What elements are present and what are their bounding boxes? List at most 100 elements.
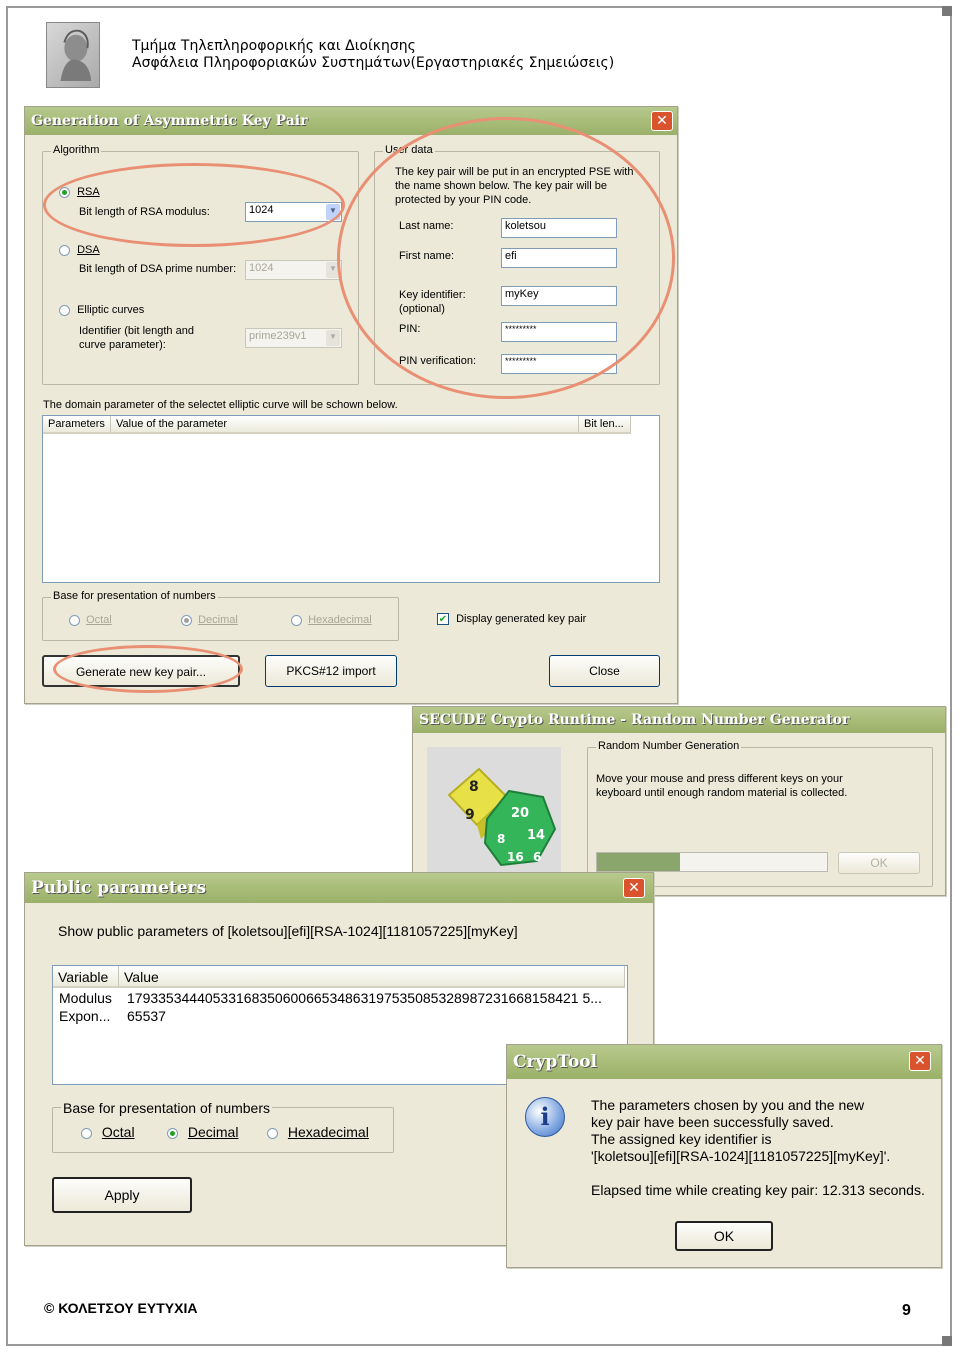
domain-parameter-list[interactable]: Parameters Value of the parameter Bit le… <box>42 415 660 583</box>
rng-group: Random Number Generation Move your mouse… <box>587 740 933 887</box>
radio-hexadecimal-dot[interactable] <box>267 1127 278 1139</box>
radio-elliptic-label: Elliptic curves <box>77 304 145 316</box>
rng-group-label: Random Number Generation <box>596 740 742 752</box>
radio-decimal[interactable]: Decimal <box>167 1124 238 1140</box>
display-key-pair-checkbox[interactable]: ✔ Display generated key pair <box>437 613 587 626</box>
keypair-dialog: Generation of Asymmetric Key Pair ✕ Algo… <box>24 106 678 704</box>
radio-hexadecimal-label: Hexadecimal <box>308 614 372 626</box>
pkcs12-import-button[interactable]: PKCS#12 import <box>265 655 397 687</box>
cryptool-message: The parameters chosen by you and the new… <box>591 1097 925 1199</box>
cryptool-title: CrypTool <box>507 1045 941 1079</box>
svg-text:6: 6 <box>533 850 541 864</box>
display-key-pair-label: Display generated key pair <box>456 613 587 625</box>
close-icon[interactable]: ✕ <box>623 878 645 898</box>
base-group: Base for presentation of numbers Octal D… <box>42 590 399 641</box>
cryptool-message-3: The assigned key identifier is <box>591 1131 772 1147</box>
rng-progress-fill <box>597 853 680 871</box>
cryptool-message-5: Elapsed time while creating key pair: 12… <box>591 1182 925 1198</box>
row-variable: Modulus <box>59 990 112 1006</box>
dsa-prime-value: 1024 <box>249 262 274 274</box>
radio-decimal-label: Decimal <box>187 1124 239 1140</box>
svg-text:14: 14 <box>527 828 545 843</box>
svg-text:8: 8 <box>469 779 479 795</box>
column-header[interactable]: Variable <box>53 966 119 988</box>
radio-hexadecimal-dot[interactable] <box>291 614 302 626</box>
info-icon: i <box>525 1097 565 1137</box>
radio-octal-dot[interactable] <box>81 1127 92 1139</box>
apply-button[interactable]: Apply <box>52 1177 192 1213</box>
close-icon[interactable]: ✕ <box>909 1051 931 1071</box>
footer-copyright: © ΚΟΛΕΤΣΟΥ ΕΥΤΥΧΙΑ <box>44 1300 198 1316</box>
column-header[interactable]: Value of the parameter <box>111 416 579 434</box>
rng-instructions-2: keyboard until enough random material is… <box>596 787 848 799</box>
column-header[interactable]: Bit len... <box>579 416 631 434</box>
domain-text: The domain parameter of the selectet ell… <box>43 399 398 411</box>
checkmark-icon[interactable]: ✔ <box>437 613 449 626</box>
cryptool-message-4: '[koletsou][efi][RSA-1024][1181057225][m… <box>591 1148 891 1164</box>
radio-octal[interactable]: Octal <box>81 1124 135 1140</box>
page-number: 9 <box>902 1302 911 1319</box>
radio-dsa-dot[interactable] <box>59 244 70 256</box>
radio-decimal-dot[interactable] <box>181 614 192 626</box>
public-parameters-title: Public parameters <box>25 873 653 903</box>
university-logo <box>46 22 100 88</box>
radio-hexadecimal-label: Hexadecimal <box>287 1124 369 1140</box>
cryptool-message-2: key pair have been successfully saved. <box>591 1114 834 1130</box>
chevron-down-icon[interactable]: ▼ <box>326 330 340 346</box>
rng-ok-button[interactable]: OK <box>838 852 920 874</box>
svg-text:8: 8 <box>497 832 505 846</box>
svg-text:16: 16 <box>507 850 524 864</box>
radio-octal-label: Octal <box>86 614 112 626</box>
cryptool-message-1: The parameters chosen by you and the new <box>591 1097 865 1113</box>
radio-hexadecimal[interactable]: Hexadecimal <box>291 614 372 626</box>
rng-instructions-1: Move your mouse and press different keys… <box>596 773 843 785</box>
dice-icon: 8 9 20 14 8 16 6 <box>447 767 557 867</box>
svg-text:9: 9 <box>465 807 475 823</box>
row-value: 65537 <box>127 1008 166 1024</box>
radio-decimal-label: Decimal <box>198 614 238 626</box>
rng-instructions: Move your mouse and press different keys… <box>596 772 847 800</box>
row-variable: Expon... <box>59 1008 111 1024</box>
rng-dialog: SECUDE Crypto Runtime - Random Number Ge… <box>412 706 946 896</box>
rng-dialog-title: SECUDE Crypto Runtime - Random Number Ge… <box>413 707 945 733</box>
show-public-params-text: Show public parameters of [koletsou][efi… <box>58 923 518 939</box>
ok-button[interactable]: OK <box>675 1221 773 1251</box>
ec-identifier-select[interactable]: prime239v1 ▼ <box>245 328 342 348</box>
svg-text:20: 20 <box>511 806 529 821</box>
radio-decimal[interactable]: Decimal <box>181 614 238 626</box>
rng-progress-bar <box>596 852 828 872</box>
ec-identifier-label-1: Identifier (bit length and <box>79 325 194 337</box>
row-value: 1793353444053316835060066534863197535085… <box>127 990 602 1006</box>
column-header[interactable]: Parameters <box>43 416 111 434</box>
public-base-group: Base for presentation of numbers Octal D… <box>52 1100 394 1153</box>
header-text: Τμήμα Τηλεπληροφορικής και Διοίκησης Ασφ… <box>132 38 614 72</box>
close-button[interactable]: Close <box>549 655 660 687</box>
cryptool-dialog: CrypTool ✕ i The parameters chosen by yo… <box>506 1044 942 1268</box>
header-line-2: Ασφάλεια Πληροφοριακών Συστημάτων(Εργαστ… <box>132 55 615 71</box>
highlight-ellipse-rsa <box>43 163 345 247</box>
radio-octal-label: Octal <box>101 1124 135 1140</box>
frame-corner <box>942 1336 952 1346</box>
radio-dsa-label: DSA <box>77 244 100 256</box>
ec-identifier-label-2: curve parameter): <box>79 339 166 351</box>
radio-elliptic[interactable]: Elliptic curves <box>59 304 144 316</box>
radio-octal-dot[interactable] <box>69 614 80 626</box>
public-base-group-label: Base for presentation of numbers <box>61 1100 273 1116</box>
header-line-1: Τμήμα Τηλεπληροφορικής και Διοίκησης <box>132 38 416 54</box>
dsa-prime-select[interactable]: 1024 ▼ <box>245 260 342 280</box>
radio-dsa[interactable]: DSA <box>59 244 100 256</box>
dice-image: 8 9 20 14 8 16 6 <box>427 747 561 873</box>
algorithm-group-label: Algorithm <box>51 144 102 156</box>
radio-octal[interactable]: Octal <box>69 614 112 626</box>
frame-corner <box>942 6 952 16</box>
dsa-prime-label: Bit length of DSA prime number: <box>79 263 237 275</box>
ec-identifier-label: Identifier (bit length and curve paramet… <box>79 324 194 352</box>
ec-identifier-value: prime239v1 <box>249 330 307 342</box>
highlight-ellipse-user-data <box>337 117 675 399</box>
radio-elliptic-dot[interactable] <box>59 304 70 316</box>
column-header[interactable]: Value <box>119 966 625 988</box>
radio-hexadecimal[interactable]: Hexadecimal <box>267 1124 369 1140</box>
base-group-label: Base for presentation of numbers <box>51 590 218 602</box>
radio-decimal-dot[interactable] <box>167 1127 178 1139</box>
close-icon[interactable]: ✕ <box>651 111 673 131</box>
